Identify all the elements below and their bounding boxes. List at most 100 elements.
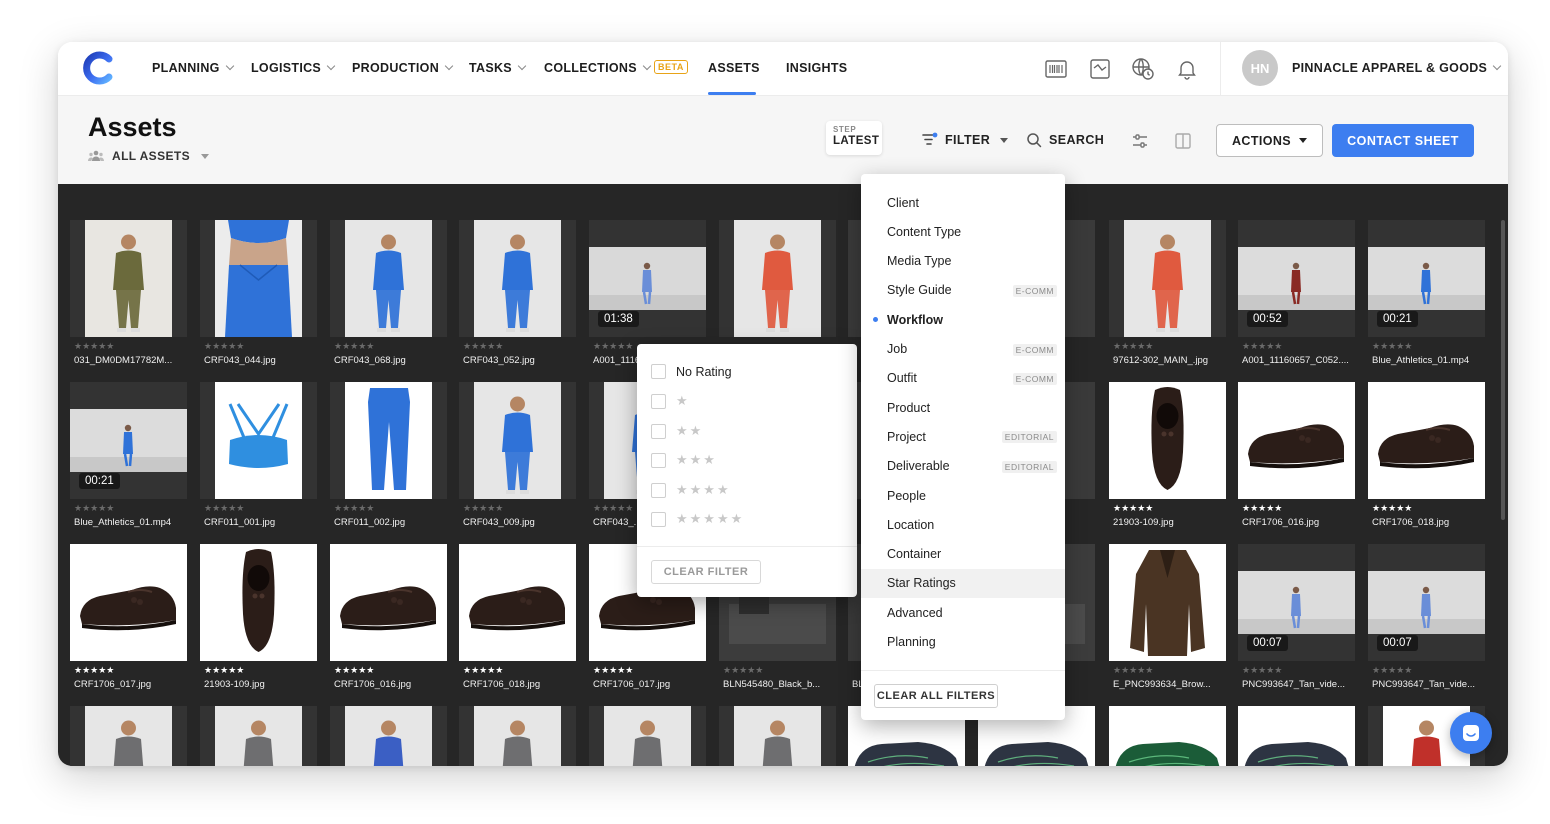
asset-thumbnail[interactable] xyxy=(1109,220,1226,337)
asset-thumbnail[interactable] xyxy=(200,706,317,766)
asset-tile[interactable] xyxy=(70,706,187,766)
asset-thumbnail[interactable] xyxy=(70,706,187,766)
star-rating[interactable]: ★★★★★ xyxy=(1113,341,1153,352)
star-rating[interactable]: ★★★★★ xyxy=(463,341,503,352)
asset-tile[interactable]: 00:07 ★★★★★ PNC993647_Tan_vide... xyxy=(1238,544,1355,696)
asset-thumbnail[interactable] xyxy=(70,544,187,661)
asset-thumbnail[interactable] xyxy=(330,382,447,499)
rating-option-none[interactable]: No Rating xyxy=(651,364,732,379)
asset-thumbnail[interactable] xyxy=(1238,382,1355,499)
rating-option-1[interactable]: ★ xyxy=(651,393,690,409)
asset-tile[interactable] xyxy=(719,706,836,766)
star-rating[interactable]: ★★★★★ xyxy=(593,503,633,514)
star-rating[interactable]: ★★★★★ xyxy=(1242,665,1282,676)
filter-option-workflow[interactable]: Workflow xyxy=(861,305,1065,334)
asset-thumbnail[interactable]: 00:07 xyxy=(1368,544,1485,661)
asset-tile[interactable]: ★★★★★ CRF011_002.jpg xyxy=(330,382,447,534)
asset-thumbnail[interactable] xyxy=(1109,544,1226,661)
asset-tile[interactable]: 00:21 ★★★★★ Blue_Athletics_01.mp4 xyxy=(70,382,187,534)
asset-tile[interactable]: ★★★★★ CRF1706_016.jpg xyxy=(1238,382,1355,534)
star-rating[interactable]: ★★★★★ xyxy=(334,503,374,514)
asset-thumbnail[interactable] xyxy=(200,382,317,499)
star-rating[interactable]: ★★★★★ xyxy=(723,665,763,676)
app-logo-icon[interactable] xyxy=(80,50,116,86)
asset-tile[interactable]: 00:52 ★★★★★ A001_11160657_C052.... xyxy=(1238,220,1355,372)
filter-option-product[interactable]: Product xyxy=(861,393,1065,422)
rating-option-3[interactable]: ★★★ xyxy=(651,452,717,468)
checkbox[interactable] xyxy=(651,482,666,498)
star-rating[interactable]: ★★★★★ xyxy=(334,665,374,676)
clear-all-filters-button[interactable]: CLEAR ALL FILTERS xyxy=(874,684,998,708)
chart-icon[interactable] xyxy=(1088,57,1112,81)
filter-button[interactable]: FILTER xyxy=(922,132,1009,148)
asset-tile[interactable] xyxy=(589,706,706,766)
asset-tile[interactable] xyxy=(459,706,576,766)
filter-option-container[interactable]: Container xyxy=(861,540,1065,569)
asset-thumbnail[interactable] xyxy=(1109,706,1226,766)
nav-production[interactable]: PRODUCTION xyxy=(352,61,454,75)
filter-option-content-type[interactable]: Content Type xyxy=(861,217,1065,246)
checkbox[interactable] xyxy=(651,511,666,527)
rating-option-4[interactable]: ★★★★ xyxy=(651,482,731,498)
asset-thumbnail[interactable]: 01:38 xyxy=(589,220,706,337)
asset-tile[interactable]: ★★★★★ 031_DM0DM17782M... xyxy=(70,220,187,372)
star-rating[interactable]: ★★★★★ xyxy=(463,665,503,676)
star-rating[interactable]: ★★★★★ xyxy=(1372,665,1412,676)
filter-option-deliverable[interactable]: Deliverable EDITORIAL xyxy=(861,452,1065,481)
star-rating[interactable]: ★★★★★ xyxy=(204,503,244,514)
star-rating[interactable]: ★★★★★ xyxy=(1113,503,1153,514)
asset-tile[interactable]: ★★★★★ CRF1706_016.jpg xyxy=(330,544,447,696)
nav-assets[interactable]: ASSETS xyxy=(708,61,760,75)
star-rating[interactable]: ★★★★★ xyxy=(593,665,633,676)
asset-thumbnail[interactable] xyxy=(330,544,447,661)
search-button[interactable]: SEARCH xyxy=(1026,132,1104,148)
asset-thumbnail[interactable] xyxy=(459,382,576,499)
asset-thumbnail[interactable] xyxy=(459,706,576,766)
asset-tile[interactable]: ★★★★★ E_PNC993634_Brow... xyxy=(1109,544,1226,696)
rating-option-2[interactable]: ★★ xyxy=(651,423,703,439)
scrollbar[interactable] xyxy=(1501,220,1505,520)
star-rating[interactable]: ★★★★★ xyxy=(1372,341,1412,352)
avatar[interactable]: HN xyxy=(1242,50,1278,86)
asset-tile[interactable] xyxy=(1109,706,1226,766)
checkbox[interactable] xyxy=(651,423,666,439)
asset-tile[interactable]: ★★★★★ 21903-109.jpg xyxy=(200,544,317,696)
asset-thumbnail[interactable] xyxy=(459,220,576,337)
nav-collections[interactable]: COLLECTIONS xyxy=(544,61,652,75)
rating-option-5[interactable]: ★★★★★ xyxy=(651,511,744,527)
asset-tile[interactable] xyxy=(330,706,447,766)
asset-thumbnail[interactable]: 00:21 xyxy=(70,382,187,499)
star-rating[interactable]: ★★★★★ xyxy=(334,341,374,352)
filter-option-client[interactable]: Client xyxy=(861,188,1065,217)
scope-selector[interactable]: ALL ASSETS xyxy=(88,149,210,163)
filter-option-people[interactable]: People xyxy=(861,481,1065,510)
bell-icon[interactable] xyxy=(1175,57,1199,81)
asset-tile[interactable]: ★★★★★ CRF1706_018.jpg xyxy=(1368,382,1485,534)
split-view-icon[interactable] xyxy=(1174,132,1192,150)
filter-option-job[interactable]: Job E-COMM xyxy=(861,335,1065,364)
asset-thumbnail[interactable] xyxy=(1238,706,1355,766)
contact-sheet-button[interactable]: CONTACT SHEET xyxy=(1332,124,1474,157)
filter-option-star-ratings[interactable]: Star Ratings xyxy=(861,568,1065,598)
clear-filter-button[interactable]: CLEAR FILTER xyxy=(651,560,761,584)
filter-option-media-type[interactable]: Media Type xyxy=(861,247,1065,276)
nav-insights[interactable]: INSIGHTS xyxy=(786,61,847,75)
asset-tile[interactable]: ★★★★★ CRF043_044.jpg xyxy=(200,220,317,372)
asset-thumbnail[interactable] xyxy=(719,220,836,337)
star-rating[interactable]: ★★★★★ xyxy=(74,665,114,676)
star-rating[interactable]: ★★★★★ xyxy=(204,341,244,352)
org-switcher[interactable]: PINNACLE APPAREL & GOODS xyxy=(1292,61,1502,75)
checkbox[interactable] xyxy=(651,393,666,409)
asset-thumbnail[interactable] xyxy=(459,544,576,661)
actions-button[interactable]: ACTIONS xyxy=(1216,124,1323,157)
asset-thumbnail[interactable]: 00:07 xyxy=(1238,544,1355,661)
star-rating[interactable]: ★★★★★ xyxy=(1242,503,1282,514)
checkbox[interactable] xyxy=(651,364,666,379)
filter-option-advanced[interactable]: Advanced xyxy=(861,598,1065,627)
asset-tile[interactable]: ★★★★★ CRF043_009.jpg xyxy=(459,382,576,534)
star-rating[interactable]: ★★★★★ xyxy=(1242,341,1282,352)
chat-launcher-button[interactable] xyxy=(1450,712,1492,754)
filter-option-location[interactable]: Location xyxy=(861,510,1065,539)
asset-tile[interactable] xyxy=(1238,706,1355,766)
asset-thumbnail[interactable] xyxy=(330,706,447,766)
